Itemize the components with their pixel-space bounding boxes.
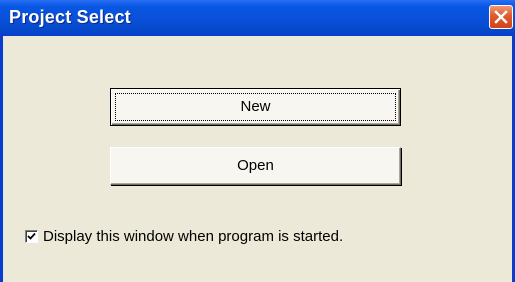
checkmark-icon	[27, 232, 36, 240]
open-project-button[interactable]: Open	[110, 147, 401, 185]
new-button-label: New	[240, 98, 271, 115]
project-select-dialog: Project Select New Open Display this win…	[0, 0, 515, 282]
title-bar[interactable]: Project Select	[0, 0, 515, 36]
show-on-start-label: Display this window when program is star…	[43, 228, 344, 245]
close-icon	[494, 10, 508, 24]
close-button[interactable]	[489, 5, 513, 29]
new-project-button[interactable]: New	[110, 88, 401, 126]
window-title: Project Select	[9, 7, 131, 27]
open-button-label: Open	[237, 157, 274, 174]
show-on-start-checkbox[interactable]	[25, 230, 38, 243]
